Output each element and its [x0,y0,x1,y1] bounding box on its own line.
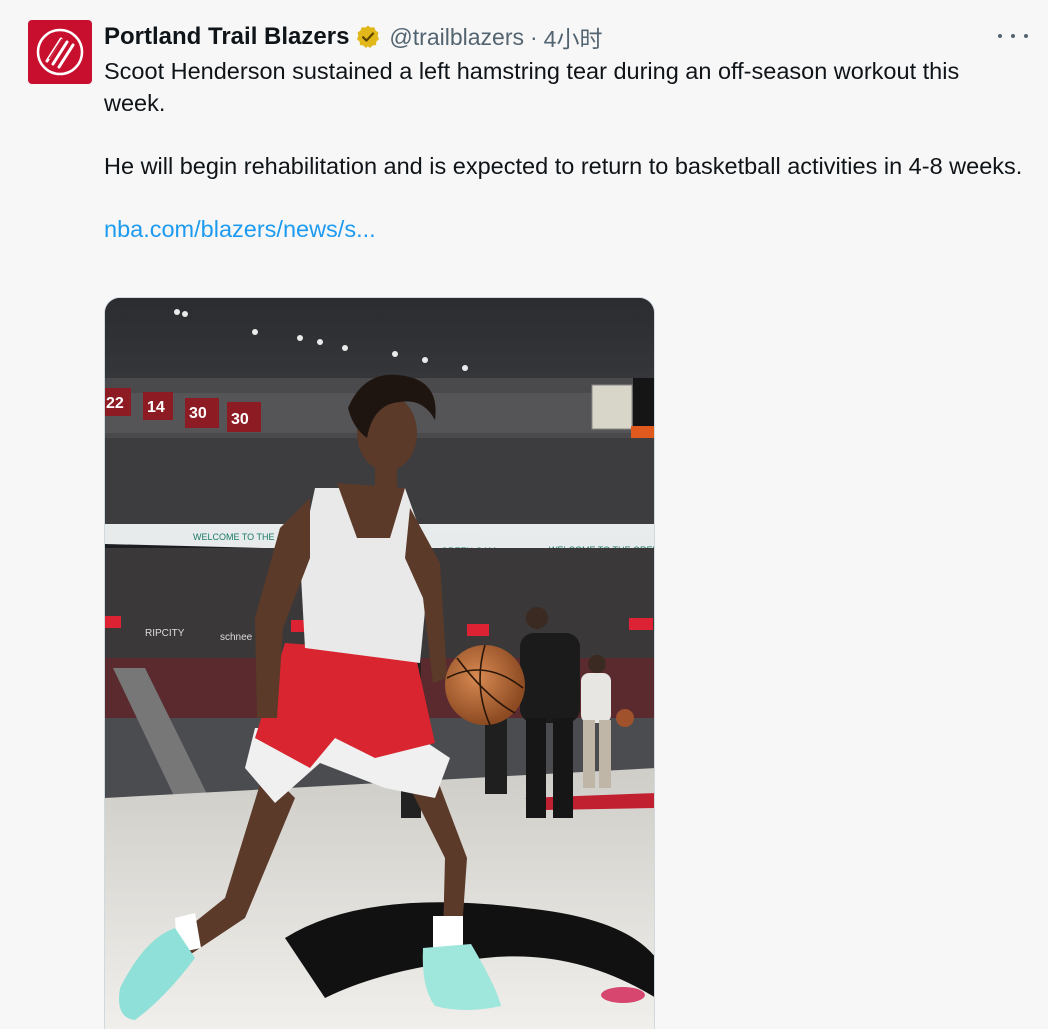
verified-badge-icon [355,24,381,50]
author-handle[interactable]: @trailblazers [389,24,524,51]
tweet-header: Portland Trail Blazers @trailblazers · 4… [104,20,602,54]
author-name[interactable]: Portland Trail Blazers [104,23,349,51]
retired-number-14: 14 [147,399,165,416]
arena-photo: 22 14 30 30 WELCOME TO THE WELCOME TO TH… [105,298,654,1029]
tweet-card[interactable]: Portland Trail Blazers @trailblazers · 4… [0,0,1048,1029]
separator-dot: · [529,23,538,50]
timestamp[interactable]: 4小时 [544,20,603,54]
retired-number-22: 22 [106,395,124,412]
retired-number-30b: 30 [231,411,249,428]
tweet-paragraph-2: He will begin rehabilitation and is expe… [104,152,1023,179]
avatar[interactable] [28,20,92,84]
trail-blazers-logo-icon [36,28,84,76]
banner-text-1: WELCOME TO THE [193,532,275,542]
tweet-text: Scoot Henderson sustained a left hamstri… [104,56,1024,245]
retired-number-30a: 30 [189,405,207,422]
more-options-icon[interactable] [998,26,1028,46]
tweet-photo[interactable]: 22 14 30 30 WELCOME TO THE WELCOME TO TH… [104,297,655,1029]
tweet-link[interactable]: nba.com/blazers/news/s... [104,216,376,242]
arena-sign: schnee [220,632,253,643]
tweet-paragraph-1: Scoot Henderson sustained a left hamstri… [104,58,960,116]
ripcity-sign: RIPCITY [145,628,185,639]
